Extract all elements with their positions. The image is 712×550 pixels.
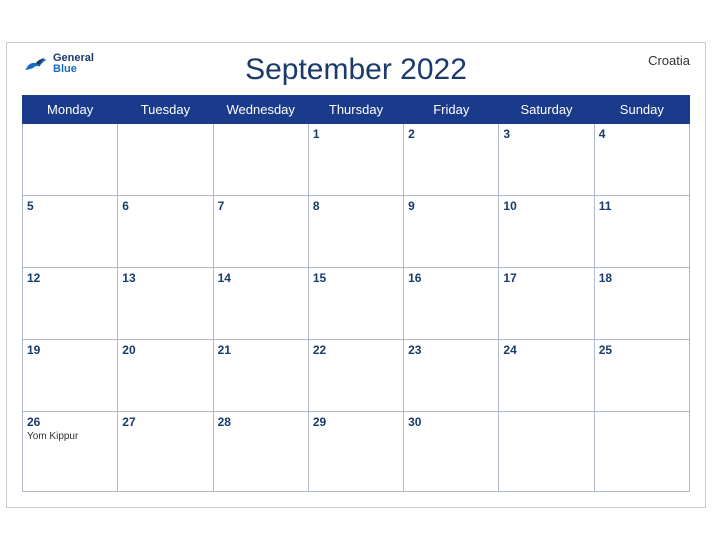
calendar-cell: 23: [404, 340, 499, 412]
calendar-cell: 18: [594, 268, 689, 340]
calendar-cell: 27: [118, 412, 213, 492]
weekday-header: Friday: [404, 96, 499, 124]
calendar-cell: 12: [23, 268, 118, 340]
day-number: 2: [408, 127, 494, 141]
calendar-cell: 5: [23, 196, 118, 268]
day-number: 15: [313, 271, 399, 285]
day-number: 3: [503, 127, 589, 141]
day-number: 11: [599, 199, 685, 213]
day-number: 8: [313, 199, 399, 213]
calendar-cell: 8: [308, 196, 403, 268]
calendar-cell: [594, 412, 689, 492]
calendar-cell: 3: [499, 124, 594, 196]
weekday-header: Thursday: [308, 96, 403, 124]
calendar-wrapper: General Blue September 2022 Croatia Mond…: [6, 42, 706, 508]
day-number: 7: [218, 199, 304, 213]
day-number: 23: [408, 343, 494, 357]
calendar-cell: 28: [213, 412, 308, 492]
calendar-cell: [118, 124, 213, 196]
day-number: 21: [218, 343, 304, 357]
calendar-cell: 11: [594, 196, 689, 268]
calendar-cell: [499, 412, 594, 492]
day-number: 6: [122, 199, 208, 213]
calendar-cell: 9: [404, 196, 499, 268]
logo-blue-text: Blue: [53, 64, 94, 75]
calendar-cell: 6: [118, 196, 213, 268]
weekday-header: Wednesday: [213, 96, 308, 124]
weekday-header: Monday: [23, 96, 118, 124]
calendar-cell: 4: [594, 124, 689, 196]
day-number: 17: [503, 271, 589, 285]
day-number: 12: [27, 271, 113, 285]
calendar-cell: 10: [499, 196, 594, 268]
calendar-cell: 20: [118, 340, 213, 412]
logo-bird-icon: [22, 54, 50, 74]
week-row: 56789 10 11: [23, 196, 690, 268]
day-number: 25: [599, 343, 685, 357]
day-number: 20: [122, 343, 208, 357]
week-row: 26 Yom Kippur 27 28 29 30: [23, 412, 690, 492]
calendar-cell: 14: [213, 268, 308, 340]
calendar-cell: 26 Yom Kippur: [23, 412, 118, 492]
calendar-cell: 13: [118, 268, 213, 340]
day-number: 14: [218, 271, 304, 285]
week-row: 1234: [23, 124, 690, 196]
day-number: 26: [27, 415, 113, 429]
calendar-cell: 15: [308, 268, 403, 340]
calendar-cell: 1: [308, 124, 403, 196]
day-number: 28: [218, 415, 304, 429]
calendar-grid: MondayTuesdayWednesdayThursdayFridaySatu…: [22, 95, 690, 492]
calendar-cell: 19: [23, 340, 118, 412]
day-number: 29: [313, 415, 399, 429]
day-number: 5: [27, 199, 113, 213]
weekday-header: Saturday: [499, 96, 594, 124]
calendar-body: 1234567891011121314151617181920212223242…: [23, 124, 690, 492]
calendar-cell: 7: [213, 196, 308, 268]
day-number: 16: [408, 271, 494, 285]
day-number: 9: [408, 199, 494, 213]
day-number: 27: [122, 415, 208, 429]
calendar-cell: [23, 124, 118, 196]
calendar-cell: 17: [499, 268, 594, 340]
day-number: 30: [408, 415, 494, 429]
weekday-header: Sunday: [594, 96, 689, 124]
calendar-cell: 16: [404, 268, 499, 340]
weekday-header: Tuesday: [118, 96, 213, 124]
day-number: 1: [313, 127, 399, 141]
calendar-cell: 30: [404, 412, 499, 492]
day-number: 22: [313, 343, 399, 357]
calendar-cell: 24: [499, 340, 594, 412]
day-event: Yom Kippur: [27, 431, 113, 442]
logo-area: General Blue: [22, 53, 94, 75]
week-row: 12 13 14 15 16 17 18: [23, 268, 690, 340]
day-number: 4: [599, 127, 685, 141]
calendar-cell: 2: [404, 124, 499, 196]
calendar-cell: 29: [308, 412, 403, 492]
calendar-cell: 21: [213, 340, 308, 412]
weekday-header-row: MondayTuesdayWednesdayThursdayFridaySatu…: [23, 96, 690, 124]
calendar-cell: [213, 124, 308, 196]
country-label: Croatia: [648, 53, 690, 68]
week-row: 19 20 21 22 23 24 25: [23, 340, 690, 412]
calendar-cell: 22: [308, 340, 403, 412]
calendar-header: General Blue September 2022 Croatia: [22, 53, 690, 87]
calendar-title: September 2022: [245, 53, 467, 87]
calendar-cell: 25: [594, 340, 689, 412]
day-number: 13: [122, 271, 208, 285]
day-number: 10: [503, 199, 589, 213]
day-number: 18: [599, 271, 685, 285]
day-number: 19: [27, 343, 113, 357]
day-number: 24: [503, 343, 589, 357]
